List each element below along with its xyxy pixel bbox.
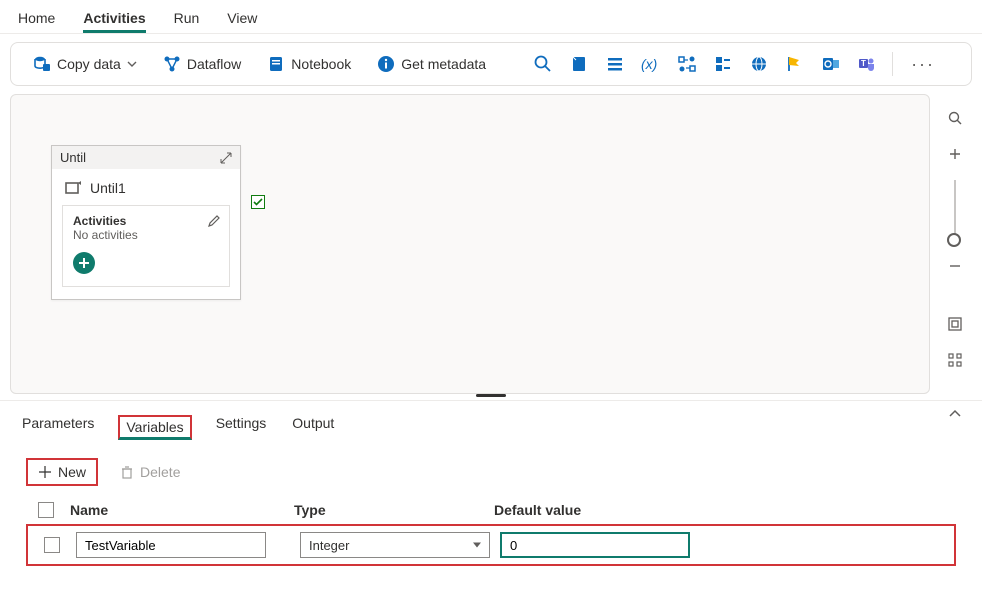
notebook-button[interactable]: Notebook	[257, 51, 361, 77]
collapse-panel-button[interactable]	[948, 407, 962, 421]
web-icon[interactable]	[744, 49, 774, 79]
until-activities-box: Activities No activities	[62, 205, 230, 287]
copy-data-button[interactable]: Copy data	[23, 51, 147, 77]
table-row: Integer	[26, 524, 956, 566]
chevron-down-icon	[127, 59, 137, 69]
script-icon[interactable]	[564, 49, 594, 79]
menu-tab-run[interactable]: Run	[174, 6, 200, 33]
teams-icon[interactable]: T	[852, 49, 882, 79]
activities-toolbar: Copy data Dataflow Notebook Get metadata…	[10, 42, 972, 86]
collapse-arrow-icon[interactable]	[220, 152, 232, 164]
svg-text:(x): (x)	[641, 56, 657, 72]
activities-label: Activities	[73, 214, 219, 228]
notebook-icon	[267, 55, 285, 73]
new-variable-button[interactable]: New	[26, 458, 98, 486]
zoom-out-button[interactable]	[939, 250, 971, 282]
zoom-slider-knob[interactable]	[947, 233, 961, 247]
loop-icon	[64, 179, 82, 197]
layout-icon[interactable]	[939, 344, 971, 376]
pipeline-canvas[interactable]: Until Until1 Activities No activities	[10, 94, 930, 394]
select-all-checkbox[interactable]	[38, 502, 54, 518]
top-menu: Home Activities Run View	[0, 0, 982, 34]
form-icon[interactable]	[708, 49, 738, 79]
tab-settings[interactable]: Settings	[214, 409, 269, 444]
svg-text:T: T	[861, 59, 866, 68]
plus-icon	[38, 465, 52, 479]
col-header-default: Default value	[490, 502, 690, 518]
dataflow-icon	[163, 55, 181, 73]
variable-icon[interactable]: (x)	[636, 49, 666, 79]
info-icon	[377, 55, 395, 73]
search-canvas-icon[interactable]	[939, 102, 971, 134]
validation-check-icon	[251, 195, 265, 209]
add-activity-button[interactable]	[73, 252, 95, 274]
row-checkbox[interactable]	[44, 537, 60, 553]
tab-output[interactable]: Output	[290, 409, 336, 444]
until-activity-card[interactable]: Until Until1 Activities No activities	[51, 145, 241, 300]
menu-tab-view[interactable]: View	[227, 6, 257, 33]
dataflow-label: Dataflow	[187, 56, 241, 72]
pipeline-icon[interactable]	[672, 49, 702, 79]
bottom-panel: Parameters Variables Settings Output New…	[0, 400, 982, 566]
more-button[interactable]: ···	[903, 54, 943, 75]
col-header-type: Type	[290, 502, 490, 518]
get-metadata-button[interactable]: Get metadata	[367, 51, 496, 77]
tab-variables[interactable]: Variables	[118, 415, 191, 440]
until-header-label: Until	[60, 150, 86, 165]
notebook-label: Notebook	[291, 56, 351, 72]
dataflow-button[interactable]: Dataflow	[153, 51, 251, 77]
panel-drag-handle[interactable]	[0, 394, 982, 400]
outlook-icon[interactable]	[816, 49, 846, 79]
variable-type-select[interactable]: Integer	[300, 532, 490, 558]
search-icon[interactable]	[528, 49, 558, 79]
flag-icon[interactable]	[780, 49, 810, 79]
until-name: Until1	[90, 180, 126, 196]
get-metadata-label: Get metadata	[401, 56, 486, 72]
fit-screen-icon[interactable]	[939, 308, 971, 340]
toolbar-divider	[892, 52, 893, 76]
zoom-in-button[interactable]	[939, 138, 971, 170]
copy-data-label: Copy data	[57, 56, 121, 72]
delete-variable-button[interactable]: Delete	[112, 460, 188, 484]
zoom-slider[interactable]	[954, 180, 956, 240]
menu-tab-activities[interactable]: Activities	[83, 6, 145, 33]
pencil-icon[interactable]	[207, 214, 221, 228]
list-icon[interactable]	[600, 49, 630, 79]
database-copy-icon	[33, 55, 51, 73]
canvas-side-toolbar	[934, 94, 976, 394]
tab-parameters[interactable]: Parameters	[20, 409, 96, 444]
trash-icon	[120, 465, 134, 479]
activities-sub: No activities	[73, 228, 219, 242]
variable-name-input[interactable]	[76, 532, 266, 558]
menu-tab-home[interactable]: Home	[18, 6, 55, 33]
variable-default-input[interactable]	[500, 532, 690, 558]
new-label: New	[58, 464, 86, 480]
variables-table: Name Type Default value Integer	[0, 496, 982, 566]
col-header-name: Name	[66, 502, 290, 518]
delete-label: Delete	[140, 464, 180, 480]
